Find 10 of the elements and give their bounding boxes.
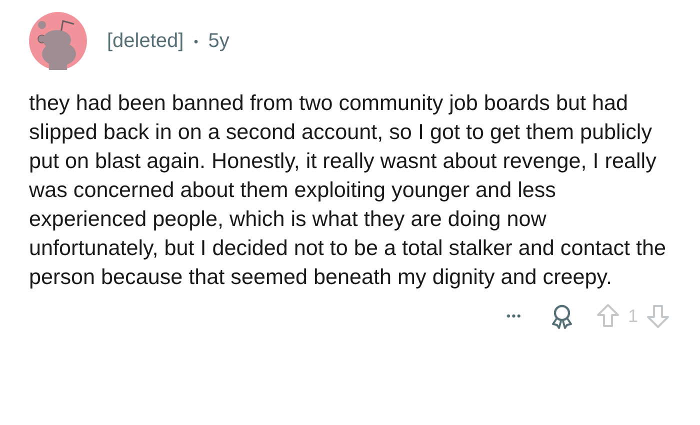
vote-count: 1: [628, 306, 638, 326]
separator-dot: •: [194, 34, 198, 48]
upvote-icon[interactable]: [596, 303, 620, 329]
comment-age: 5y: [208, 30, 230, 52]
more-button[interactable]: •••: [506, 309, 538, 323]
award-icon[interactable]: [550, 303, 574, 329]
downvote-icon[interactable]: [646, 303, 670, 329]
avatar-icon: [29, 12, 87, 70]
author-name[interactable]: [deleted]: [107, 30, 184, 52]
comment-text: they had been banned from two community job boards but had slipped back in on a second account, so I got to get them publicly put on blast again. Honestly, it really wasnt about revenge, I really was concerned about them exploiting younger and less experienced people, which is what they are doing now unfortunately, but I decided not to be a total stalker and contact the person because that seemed beneath my dignity and creepy.: [29, 89, 668, 291]
